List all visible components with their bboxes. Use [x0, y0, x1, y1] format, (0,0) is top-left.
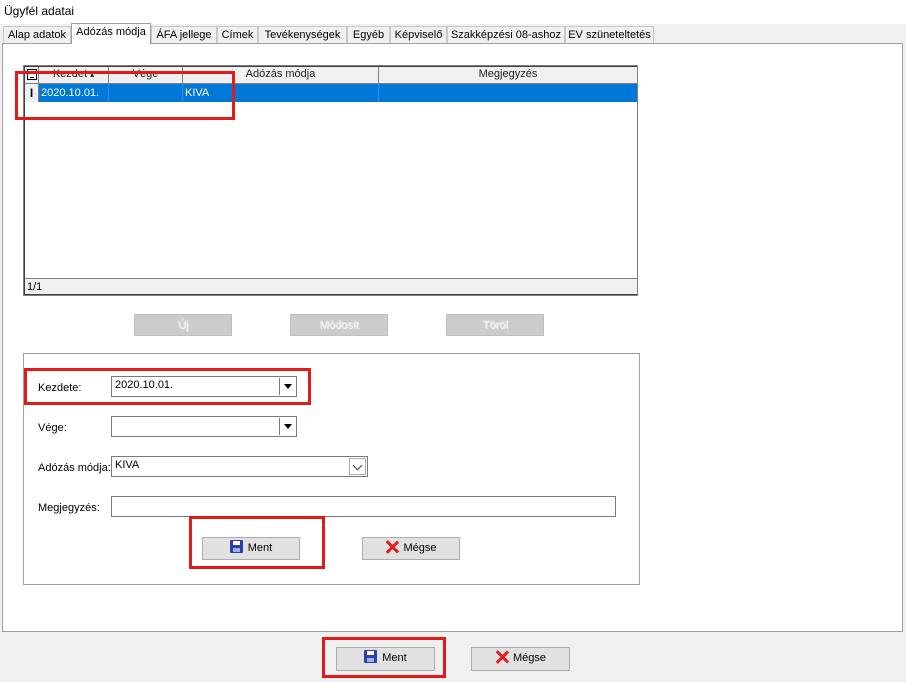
grid-record-counter: 1/1 [25, 278, 637, 295]
vege-date-picker[interactable] [111, 416, 297, 437]
edit-button[interactable]: Módosít [290, 314, 388, 336]
megjegyzes-field[interactable] [111, 496, 616, 517]
vege-label: Vége: [38, 422, 67, 434]
delete-button[interactable]: Töröl [446, 314, 544, 336]
highlight-kezdete [24, 368, 311, 405]
dialog-cancel-button[interactable]: Mégse [471, 647, 570, 671]
highlight-dialog-save [322, 637, 446, 678]
cell-megjegyzes[interactable] [379, 84, 637, 102]
tab-strip: Alap adatok Adózás módja ÁFA jellege Cím… [3, 23, 903, 44]
window-title-bar: Ügyfél adatai [0, 0, 906, 24]
megjegyzes-label: Megjegyzés: [38, 502, 100, 514]
chevron-down-icon[interactable] [349, 458, 366, 475]
window-title: Ügyfél adatai [4, 4, 75, 18]
adozas-modja-value: KIVA [115, 459, 140, 471]
tab-szakkepzesi[interactable]: Szakképzési 08-ashoz [447, 26, 565, 43]
close-x-icon [495, 650, 509, 664]
highlight-form-save [189, 516, 325, 569]
dialog-cancel-label: Mégse [512, 652, 547, 664]
tab-cimek[interactable]: Címek [217, 26, 258, 43]
tab-panel-adozas-modja: Kezdet ▴ Vége Adózás módja Megjegyzés I … [2, 43, 903, 632]
form-cancel-button[interactable]: Mégse [362, 537, 460, 560]
tab-afa-jellege[interactable]: ÁFA jellege [151, 26, 217, 43]
tab-egyeb[interactable]: Egyéb [347, 26, 390, 43]
tab-tevekenysegek[interactable]: Tevékenységek [258, 26, 347, 43]
dropdown-arrow-icon[interactable] [279, 418, 295, 435]
tab-kepviselo[interactable]: Képviselő [390, 26, 447, 43]
close-x-icon [385, 540, 399, 554]
column-header-megjegyzes[interactable]: Megjegyzés [379, 67, 637, 83]
tab-adozas-modja[interactable]: Adózás módja [71, 23, 151, 44]
form-cancel-label: Mégse [403, 542, 437, 554]
highlight-grid-row [15, 71, 235, 120]
new-button[interactable]: Új [134, 314, 232, 336]
tab-alap-adatok[interactable]: Alap adatok [3, 26, 71, 43]
tab-ev-szuneteltetes[interactable]: EV szüneteltetés [565, 26, 654, 43]
adozas-modja-label: Adózás módja: [38, 462, 111, 474]
adozas-modja-select[interactable]: KIVA [111, 456, 368, 477]
